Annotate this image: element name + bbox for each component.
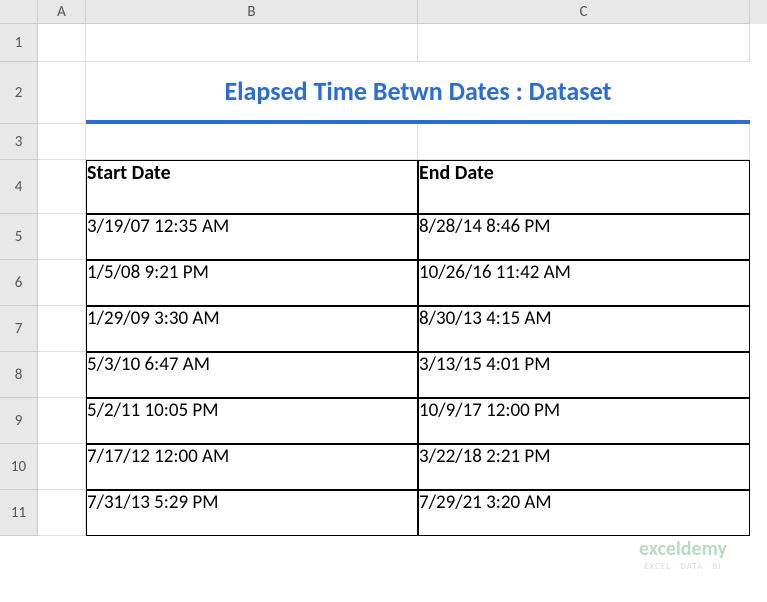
cell-a8[interactable] [38,352,86,398]
row-header-6[interactable]: 6 [0,260,38,306]
cell-a5[interactable] [38,214,86,260]
cell-a2[interactable] [38,62,86,124]
row-1 [38,24,767,62]
column-headers: A B C [0,0,767,24]
cell-end-10[interactable]: 3/22/18 2:21 PM [418,444,750,490]
cell-a9[interactable] [38,398,86,444]
cell-a1[interactable] [38,24,86,62]
column-header-a[interactable]: A [38,0,86,24]
select-all-corner[interactable] [0,0,38,24]
spreadsheet: A B C 1 2 3 4 5 6 7 8 9 10 11 Elapsed Ti [0,0,767,602]
row-header-11[interactable]: 11 [0,490,38,536]
cell-a7[interactable] [38,306,86,352]
row-3 [38,124,767,160]
header-end-date[interactable]: End Date [418,160,750,214]
cell-a6[interactable] [38,260,86,306]
row-6: 1/5/08 9:21 PM 10/26/16 11:42 AM [38,260,767,306]
row-header-9[interactable]: 9 [0,398,38,444]
row-8: 5/3/10 6:47 AM 3/13/15 4:01 PM [38,352,767,398]
row-headers: 1 2 3 4 5 6 7 8 9 10 11 [0,24,38,602]
row-11: 7/31/13 5:29 PM 7/29/21 3:20 AM [38,490,767,536]
cell-b1[interactable] [86,24,418,62]
cell-end-9[interactable]: 10/9/17 12:00 PM [418,398,750,444]
row-9: 5/2/11 10:05 PM 10/9/17 12:00 PM [38,398,767,444]
cell-end-8[interactable]: 3/13/15 4:01 PM [418,352,750,398]
row-header-8[interactable]: 8 [0,352,38,398]
cell-start-10[interactable]: 7/17/12 12:00 AM [86,444,418,490]
row-header-2[interactable]: 2 [0,62,38,124]
cells-area: Elapsed Time Betwn Dates : Dataset Start… [38,24,767,602]
row-header-3[interactable]: 3 [0,124,38,160]
row-header-10[interactable]: 10 [0,444,38,490]
cell-start-7[interactable]: 1/29/09 3:30 AM [86,306,418,352]
row-2: Elapsed Time Betwn Dates : Dataset [38,62,767,124]
row-5: 3/19/07 12:35 AM 8/28/14 8:46 PM [38,214,767,260]
cell-c1[interactable] [418,24,750,62]
cell-a10[interactable] [38,444,86,490]
row-header-1[interactable]: 1 [0,24,38,62]
cell-a4[interactable] [38,160,86,214]
cell-b3[interactable] [86,124,418,160]
row-4: Start Date End Date [38,160,767,214]
cell-end-11[interactable]: 7/29/21 3:20 AM [418,490,750,536]
row-7: 1/29/09 3:30 AM 8/30/13 4:15 AM [38,306,767,352]
column-header-b[interactable]: B [86,0,418,24]
cell-start-5[interactable]: 3/19/07 12:35 AM [86,214,418,260]
cell-end-6[interactable]: 10/26/16 11:42 AM [418,260,750,306]
cell-start-11[interactable]: 7/31/13 5:29 PM [86,490,418,536]
cell-start-9[interactable]: 5/2/11 10:05 PM [86,398,418,444]
cell-start-6[interactable]: 1/5/08 9:21 PM [86,260,418,306]
cell-end-7[interactable]: 8/30/13 4:15 AM [418,306,750,352]
row-header-4[interactable]: 4 [0,160,38,214]
header-start-date[interactable]: Start Date [86,160,418,214]
cell-start-8[interactable]: 5/3/10 6:47 AM [86,352,418,398]
title-cell[interactable]: Elapsed Time Betwn Dates : Dataset [86,62,750,124]
row-header-5[interactable]: 5 [0,214,38,260]
row-header-7[interactable]: 7 [0,306,38,352]
cell-end-5[interactable]: 8/28/14 8:46 PM [418,214,750,260]
grid-body: 1 2 3 4 5 6 7 8 9 10 11 Elapsed Time Bet… [0,24,767,602]
row-10: 7/17/12 12:00 AM 3/22/18 2:21 PM [38,444,767,490]
cell-a3[interactable] [38,124,86,160]
cell-c3[interactable] [418,124,750,160]
column-header-c[interactable]: C [418,0,750,24]
cell-a11[interactable] [38,490,86,536]
